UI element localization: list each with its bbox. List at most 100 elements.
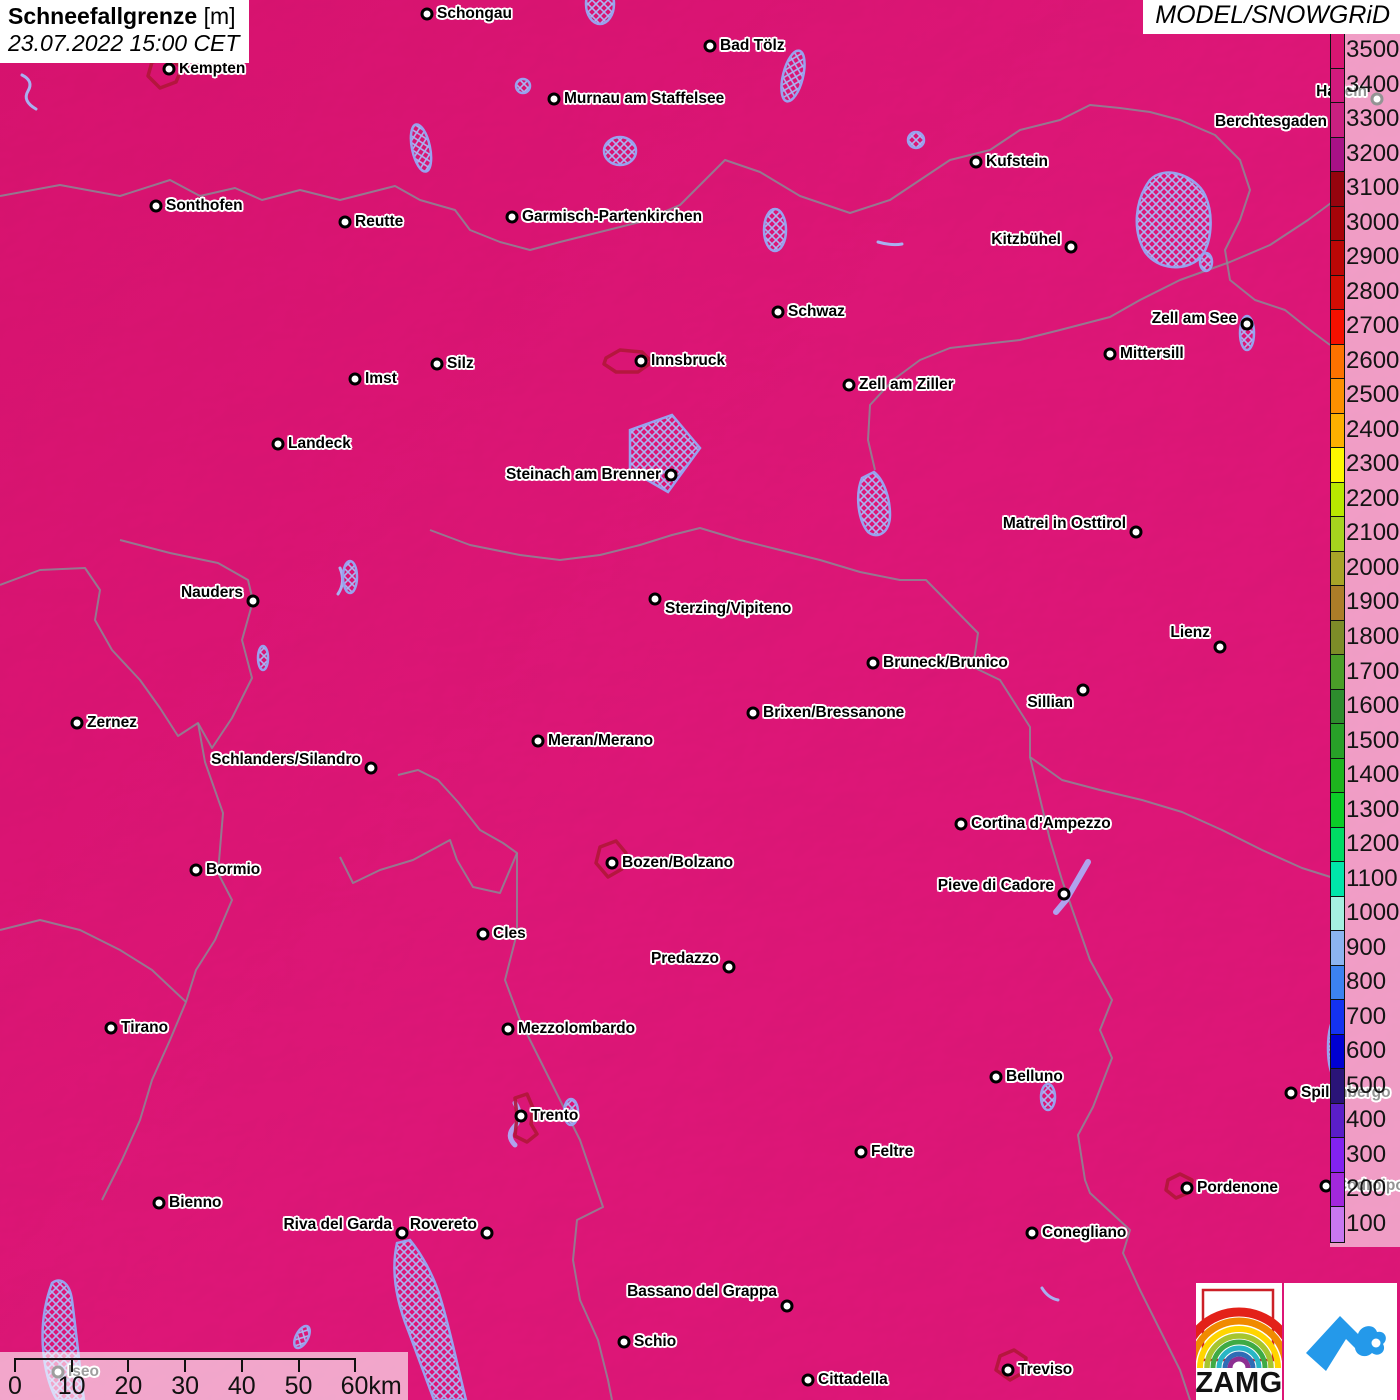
- scalebar-label: 40: [227, 1372, 256, 1400]
- colorbar-tick-label: 3400: [1346, 70, 1400, 98]
- colorbar-tick-label: 2700: [1346, 312, 1400, 340]
- colorbar-segment: [1331, 896, 1344, 931]
- colorbar-tick-label: 1900: [1346, 588, 1400, 616]
- colorbar-tick-label: 1300: [1346, 795, 1400, 823]
- colorbar-segment: [1331, 586, 1344, 621]
- colorbar-tick-label: 2600: [1346, 346, 1400, 374]
- colorbar-tick-label: 600: [1346, 1037, 1387, 1065]
- lake: [1238, 314, 1256, 352]
- scalebar-label: 60km: [340, 1372, 402, 1400]
- colorbar-tick-label: 2200: [1346, 484, 1400, 512]
- colorbar-tick-label: 1700: [1346, 657, 1400, 685]
- title-unit: [m]: [203, 3, 236, 29]
- scalebar: 0 10 20 30 40 50 60km: [0, 1352, 408, 1400]
- colorbar-segment: [1331, 1000, 1344, 1035]
- colorbar-tick-label: 2100: [1346, 519, 1400, 547]
- zamg-wordmark: ZAMG: [1195, 1367, 1283, 1399]
- colorbar-tick-label: 1500: [1346, 726, 1400, 754]
- colorbar-segment: [1331, 241, 1344, 276]
- lake: [514, 77, 532, 95]
- colorbar-segment: [1331, 1138, 1344, 1173]
- lake: [1198, 251, 1214, 273]
- snowgrid-map-viewport: BerchtesgadenHalleinSpilimbergoCodroipoI…: [0, 0, 1400, 1400]
- colorbar-segment: [1331, 34, 1344, 69]
- scalebar-tick: [127, 1358, 130, 1372]
- scalebar-tick: [354, 1358, 357, 1372]
- colorbar-segment: [1331, 344, 1344, 379]
- lake: [1135, 171, 1212, 269]
- colorbar-tick-label: 2500: [1346, 381, 1400, 409]
- colorbar-tick-label: 3100: [1346, 174, 1400, 202]
- title-box: Schneefallgrenze [m] 23.07.2022 15:00 CE…: [0, 0, 250, 63]
- colorbar-segment: [1331, 724, 1344, 759]
- colorbar-tick-label: 1200: [1346, 830, 1400, 858]
- colorbar-tick-label: 3300: [1346, 105, 1400, 133]
- colorbar-tick-label: 2900: [1346, 243, 1400, 271]
- colorbar-segment: [1331, 379, 1344, 414]
- colorbar-segment: [1331, 1034, 1344, 1069]
- scalebar-label: 10: [57, 1372, 86, 1400]
- colorbar-tick-label: 2800: [1346, 277, 1400, 305]
- colorbar-tick-label: 400: [1346, 1106, 1387, 1134]
- colorbar-tick-label: 1400: [1346, 761, 1400, 789]
- page-title: Schneefallgrenze [m]: [8, 3, 239, 30]
- colorbar-segment: [1331, 482, 1344, 517]
- colorbar-segment: [1331, 793, 1344, 828]
- colorbar: [1330, 33, 1345, 1243]
- colorbar-segment: [1331, 310, 1344, 345]
- colorbar-tick-label: 300: [1346, 1140, 1387, 1168]
- colorbar-segment: [1331, 1207, 1344, 1242]
- scalebar-tick: [184, 1358, 187, 1372]
- colorbar-tick-label: 1600: [1346, 692, 1400, 720]
- scalebar-label: 30: [171, 1372, 199, 1400]
- colorbar-tick-label: 700: [1346, 1002, 1387, 1030]
- colorbar-segment: [1331, 931, 1344, 966]
- colorbar-segment: [1331, 517, 1344, 552]
- colorbar-tick-label: 1800: [1346, 622, 1400, 650]
- snowgrid-partner-logo: [1284, 1283, 1397, 1400]
- colorbar-segment: [1331, 655, 1344, 690]
- colorbar-segment: [1331, 965, 1344, 1000]
- colorbar-segment: [1331, 1069, 1344, 1104]
- colorbar-segment: [1331, 172, 1344, 207]
- colorbar-tick-label: 3000: [1346, 208, 1400, 236]
- colorbar-tick-label: 2000: [1346, 553, 1400, 581]
- colorbar-segment: [1331, 206, 1344, 241]
- colorbar-segment: [1331, 68, 1344, 103]
- colorbar-segment: [1331, 862, 1344, 897]
- colorbar-segment: [1331, 1103, 1344, 1138]
- colorbar-segment: [1331, 620, 1344, 655]
- model-label: MODEL/SNOWGRiD: [1143, 0, 1400, 34]
- title-text: Schneefallgrenze: [8, 3, 198, 29]
- lake: [906, 130, 926, 150]
- scalebar-label: 20: [114, 1372, 143, 1400]
- colorbar-tick-label: 800: [1346, 968, 1387, 996]
- colorbar-tick-label: 100: [1346, 1209, 1387, 1237]
- colorbar-tick-label: 200: [1346, 1175, 1387, 1203]
- lake: [602, 135, 638, 167]
- colorbar-segment: [1331, 103, 1344, 138]
- colorbar-segment: [1331, 689, 1344, 724]
- scalebar-tick: [297, 1358, 300, 1372]
- timestamp: 23.07.2022 15:00 CET: [8, 30, 240, 56]
- scalebar-label: 0: [8, 1372, 22, 1400]
- colorbar-segment: [1331, 413, 1344, 448]
- scalebar-tick: [240, 1358, 243, 1372]
- map-canvas: [0, 0, 1400, 1400]
- colorbar-segment: [1331, 1172, 1344, 1207]
- colorbar-tick-label: 2300: [1346, 450, 1400, 478]
- colorbar-tick-label: 900: [1346, 933, 1387, 961]
- colorbar-segment: [1331, 551, 1344, 586]
- colorbar-tick-label: 500: [1346, 1071, 1387, 1099]
- zamg-logo: ZAMG: [1178, 1283, 1300, 1400]
- colorbar-segment: [1331, 275, 1344, 310]
- scalebar-label: 50: [284, 1372, 313, 1400]
- colorbar-segment: [1331, 758, 1344, 793]
- colorbar-segment: [1331, 827, 1344, 862]
- scalebar-tick: [14, 1358, 16, 1372]
- colorbar-tick-label: 2400: [1346, 415, 1400, 443]
- colorbar-segment: [1331, 137, 1344, 172]
- lake: [1039, 1082, 1057, 1112]
- lake: [256, 644, 270, 672]
- colorbar-tick-label: 1000: [1346, 899, 1400, 927]
